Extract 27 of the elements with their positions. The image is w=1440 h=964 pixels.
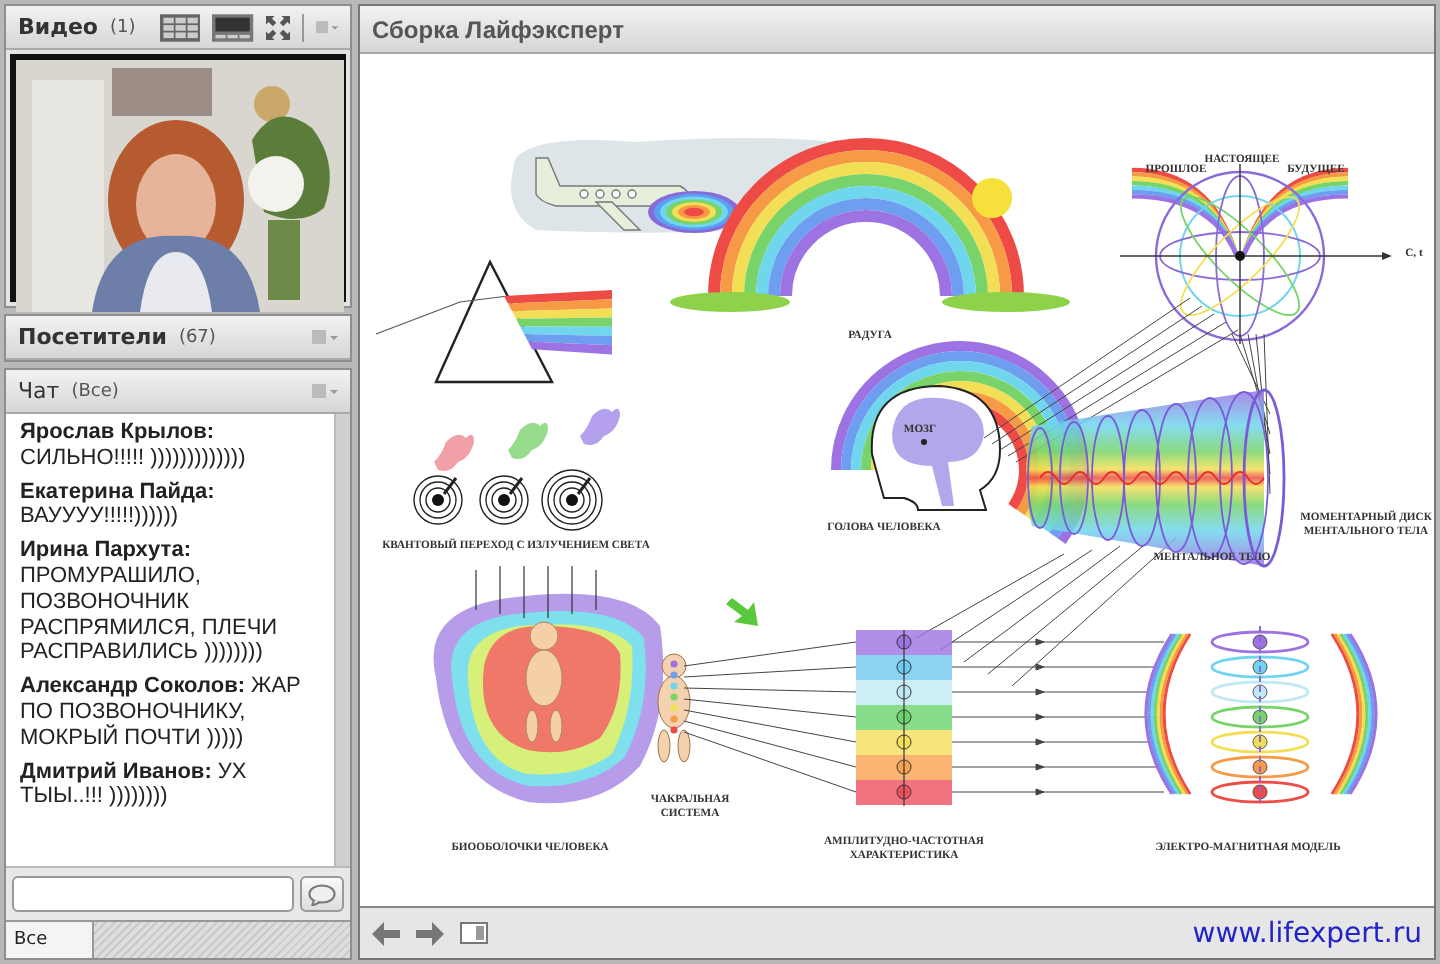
panel-title: Чат: [18, 378, 60, 404]
participant-count: (1): [110, 17, 136, 37]
chat-message: Дмитрий Иванов: УХ ТЫЫ..!!! )))))))): [20, 759, 249, 811]
speaker-view-icon[interactable]: [212, 11, 254, 43]
chat-message: Александр Соколов: ЖАР ПО ПОЗВОНОЧНИКУ, МОКРЫЙ ПОЧТИ ))))): [20, 674, 303, 752]
menu-icon[interactable]: [312, 383, 338, 399]
scrollbar[interactable]: [334, 414, 350, 866]
recipient-tab[interactable]: Все: [6, 922, 94, 958]
menu-icon[interactable]: [315, 19, 338, 35]
menu-icon[interactable]: [312, 329, 338, 345]
website-link[interactable]: www.lifexpert.ru: [1192, 917, 1422, 949]
fullscreen-icon[interactable]: [265, 13, 290, 41]
forward-arrow-icon[interactable]: [416, 921, 444, 945]
message-field[interactable]: [12, 876, 294, 912]
panel-title: Видео: [18, 14, 98, 40]
send-button[interactable]: [300, 876, 344, 912]
chat-message: Ирина Пархута: ПРОМУРАШИЛО, ПОЗВОНОЧНИК РАСПРЯМИЛСЯ, ПЛЕЧИ РАСПРАВИЛИСЬ )))))))): [20, 538, 280, 667]
chat-scope: (Все): [71, 381, 119, 401]
back-arrow-icon[interactable]: [372, 921, 400, 945]
participant-count: (67): [178, 327, 216, 347]
chat-message: Екатерина Пайда: ВАУУУУ!!!!!)))))): [20, 479, 217, 531]
speech-bubble-icon: [308, 883, 336, 905]
panel-toggle-icon[interactable]: [460, 922, 488, 944]
chat-message: Ярослав Крылов: СИЛЬНО!!!!! ))))))))))))): [20, 420, 248, 472]
panel-title: Сборка Лайфэксперт: [372, 15, 624, 43]
panel-title: Посетители: [18, 324, 167, 350]
grid-view-icon[interactable]: [159, 11, 201, 43]
